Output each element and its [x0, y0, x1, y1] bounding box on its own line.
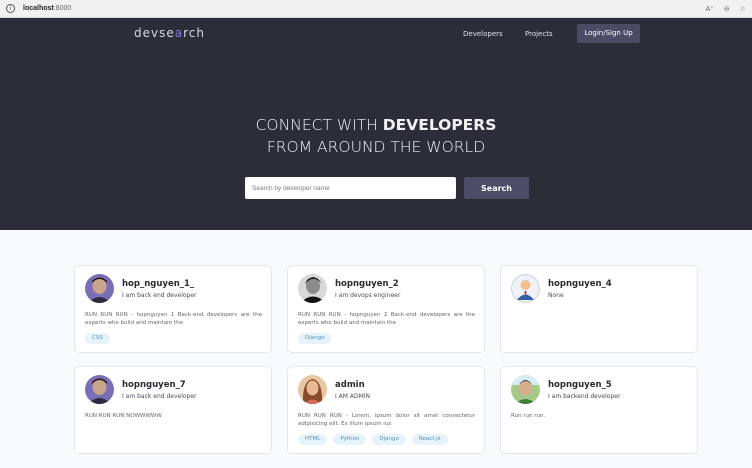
avatar — [298, 375, 327, 404]
developer-name[interactable]: hopnguyen_4 — [548, 279, 612, 289]
navbar: devsearch Developers Projects Login/Sign… — [0, 18, 752, 50]
default-avatar-icon — [511, 274, 540, 303]
developer-card[interactable]: hopnguyen_4 None — [500, 265, 698, 353]
developer-card[interactable]: hopnguyen_7 I am back end developer RUN … — [74, 366, 272, 454]
skill-tags: Django — [298, 333, 332, 344]
skill-tag: CSS — [85, 333, 110, 344]
logo-search-icon: a — [174, 26, 184, 40]
skill-tag: HTML — [298, 434, 328, 445]
avatar — [85, 274, 114, 303]
avatar — [511, 375, 540, 404]
hero-title: CONNECT WITH DEVELOPERS FROM AROUND THE … — [0, 114, 752, 158]
skill-tag: Django — [372, 434, 406, 445]
info-icon[interactable]: i — [6, 4, 15, 13]
url-field[interactable]: localhost:8000 — [23, 5, 71, 12]
developer-role: None — [548, 292, 564, 299]
nav-developers-link[interactable]: Developers — [463, 30, 503, 38]
hero-line1-pre: CONNECT WITH — [255, 116, 383, 134]
browser-address-bar[interactable]: i localhost:8000 A⁺ ⊖ ☆ — [0, 0, 752, 18]
developer-role: I am back end developer — [122, 393, 197, 400]
developer-card[interactable]: hopnguyen_5 I am backend developer Run r… — [500, 366, 698, 454]
logo-text-post: rch — [183, 26, 205, 40]
avatar — [298, 274, 327, 303]
hero-section: devsearch Developers Projects Login/Sign… — [0, 18, 752, 230]
developer-card[interactable]: admin I AM ADMIN RUN RUN RUN - Lorem, ip… — [287, 366, 485, 454]
developer-role: I am backend developer — [548, 393, 621, 400]
skill-tag: Python — [333, 434, 367, 445]
developer-name[interactable]: admin — [335, 380, 365, 390]
developer-card[interactable]: hop_nguyen_1_ I am back end developer RU… — [74, 265, 272, 353]
logo[interactable]: devsearch — [134, 26, 205, 40]
search-button[interactable]: Search — [464, 177, 529, 199]
developer-bio: RUN RUN RUN - hopnguyen 1 Back-end devel… — [85, 312, 262, 326]
developer-name[interactable]: hop_nguyen_1_ — [122, 279, 194, 289]
developer-bio: Run run run. — [511, 413, 546, 419]
hero-line2: FROM AROUND THE WORLD — [266, 138, 486, 156]
avatar — [85, 375, 114, 404]
developer-card[interactable]: hopnguyen_2 I am devops engineer RUN RUN… — [287, 265, 485, 353]
url-host: localhost — [23, 5, 54, 12]
skill-tag: React.js — [411, 434, 448, 445]
skill-tags: CSS — [85, 333, 110, 344]
developer-role: I AM ADMIN — [335, 393, 371, 400]
logo-text-pre: devse — [134, 26, 175, 40]
url-port: :8000 — [53, 5, 72, 12]
developer-name[interactable]: hopnguyen_5 — [548, 380, 612, 390]
hero-line1-strong: DEVELOPERS — [382, 116, 497, 134]
zoom-icon[interactable]: ⊖ — [724, 5, 730, 13]
skill-tag: Django — [298, 333, 332, 344]
favorite-icon[interactable]: ☆ — [740, 5, 746, 13]
nav-projects-link[interactable]: Projects — [525, 30, 553, 38]
developer-bio: RUN RUN RUN NOWWWWW — [85, 413, 162, 419]
developer-name[interactable]: hopnguyen_2 — [335, 279, 399, 289]
developer-bio: RUN RUN RUN - Lorem, ipsum dolor sit ame… — [298, 413, 475, 427]
search-form: Search — [245, 177, 529, 199]
search-input[interactable] — [245, 177, 456, 199]
developer-role: I am back end developer — [122, 292, 197, 299]
login-signup-button[interactable]: Login/Sign Up — [577, 24, 640, 43]
developer-name[interactable]: hopnguyen_7 — [122, 380, 186, 390]
developer-bio: RUN RUN RUN - hopnguyen 2 Back-end devel… — [298, 312, 475, 326]
read-aloud-icon[interactable]: A⁺ — [705, 5, 713, 13]
developer-role: I am devops engineer — [335, 292, 401, 299]
skill-tags: HTML Python Django React.js — [298, 434, 448, 445]
